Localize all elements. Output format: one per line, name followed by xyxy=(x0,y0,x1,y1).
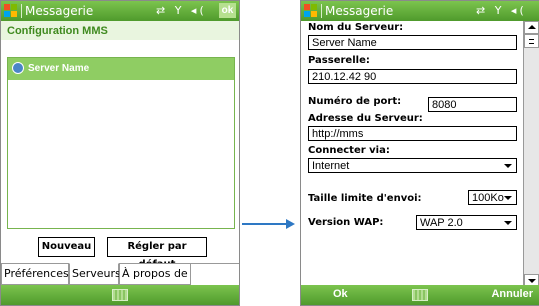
server-address-label: Adresse du Serveur: xyxy=(308,113,423,124)
scroll-up-icon[interactable] xyxy=(524,21,539,34)
start-menu-icon[interactable] xyxy=(304,4,318,18)
tab-bar: Préférences Serveurs À propos de xyxy=(1,263,239,285)
wap-version-dropdown[interactable]: WAP 2.0 xyxy=(416,215,517,230)
ok-softkey[interactable]: Ok xyxy=(333,288,348,300)
screen-server-settings: Messagerie ⇄ Y ◂( Nom du Serveur: Server… xyxy=(300,0,539,306)
gateway-field[interactable]: 210.12.42 90 xyxy=(308,69,517,84)
connect-via-label: Connecter via: xyxy=(308,145,390,156)
title-bar: Messagerie ⇄ Y ◂( ok xyxy=(1,1,239,21)
status-icons: ⇄ Y ◂( xyxy=(476,4,527,17)
vertical-scrollbar[interactable] xyxy=(523,21,539,287)
tab-about[interactable]: À propos de xyxy=(119,264,191,285)
title-separator xyxy=(21,4,22,18)
server-name-label: Nom du Serveur: xyxy=(308,22,404,33)
start-menu-icon[interactable] xyxy=(4,4,18,18)
arrow-right-icon xyxy=(286,219,295,229)
bottom-bar xyxy=(1,285,239,305)
gateway-label: Passerelle: xyxy=(308,55,370,66)
arrow-line xyxy=(242,223,288,225)
globe-icon xyxy=(12,62,24,74)
server-address-field[interactable]: http://mms xyxy=(308,126,517,141)
server-name-label: Server Name xyxy=(28,63,90,74)
tab-preferences[interactable]: Préférences xyxy=(1,264,69,285)
list-item-server[interactable]: Server Name xyxy=(8,58,234,80)
server-name-field[interactable]: Server Name xyxy=(308,35,517,50)
connect-via-dropdown[interactable]: Internet xyxy=(308,158,517,173)
page-title: Configuration MMS xyxy=(1,21,239,41)
keyboard-icon[interactable] xyxy=(412,289,428,301)
title-separator xyxy=(321,4,322,18)
ok-button[interactable]: ok xyxy=(219,3,236,18)
app-title: Messagerie xyxy=(325,4,394,18)
size-limit-label: Taille limite d'envoi: xyxy=(308,193,422,204)
screen-mms-configuration: Messagerie ⇄ Y ◂( ok Configuration MMS S… xyxy=(0,0,240,306)
cancel-softkey[interactable]: Annuler xyxy=(491,288,533,300)
status-icons: ⇄ Y ◂( xyxy=(156,4,207,17)
server-form: Nom du Serveur: Server Name Passerelle: … xyxy=(301,21,524,287)
scroll-thumb[interactable] xyxy=(524,34,539,48)
port-label: Numéro de port: xyxy=(308,96,402,107)
wap-version-label: Version WAP: xyxy=(308,217,384,228)
size-limit-dropdown[interactable]: 100Ko xyxy=(468,190,517,205)
set-default-button[interactable]: Régler par défaut xyxy=(107,237,207,270)
server-list: Server Name xyxy=(7,57,235,229)
app-title: Messagerie xyxy=(25,4,94,18)
port-field[interactable]: 8080 xyxy=(428,97,517,112)
bottom-bar: Ok Annuler xyxy=(301,285,539,305)
new-button[interactable]: Nouveau xyxy=(38,237,95,257)
keyboard-icon[interactable] xyxy=(112,289,128,301)
title-bar: Messagerie ⇄ Y ◂( xyxy=(301,1,539,21)
tab-servers[interactable]: Serveurs xyxy=(69,263,121,285)
